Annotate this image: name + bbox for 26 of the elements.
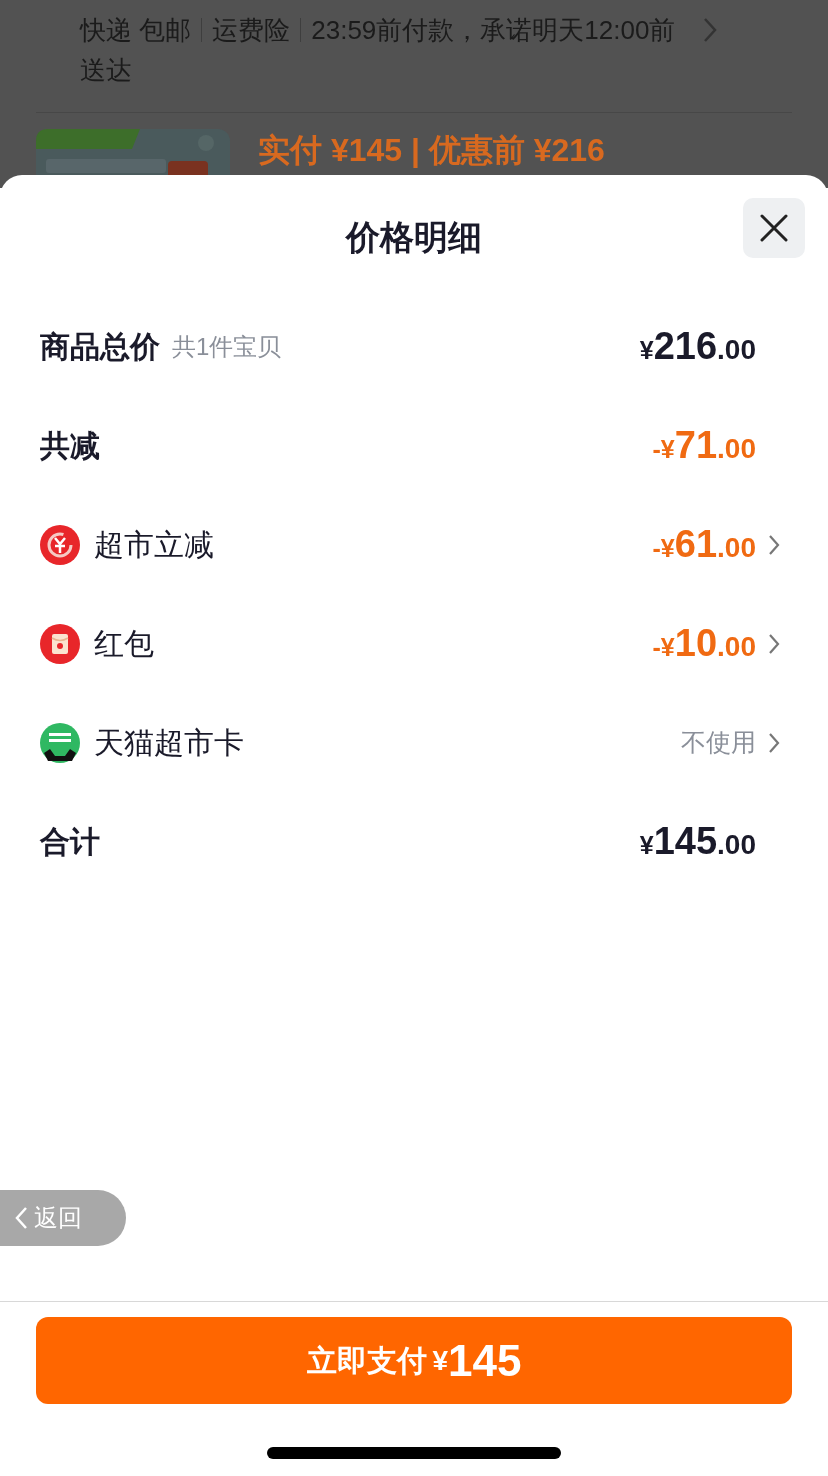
price-summary: 实付 ¥145 | 优惠前 ¥216 [258,131,605,169]
row-label: 红包 [94,626,154,662]
price-amount: ¥216.00 [639,324,756,369]
chevron-icon[interactable] [768,731,780,754]
row-label: 共减 [40,428,100,464]
discount-icon [40,524,80,565]
chevron-left-icon [14,1206,28,1230]
price-amount: ¥145.00 [639,819,756,864]
price-amount: -¥71.00 [652,423,756,468]
price-amount: -¥61.00 [652,522,756,567]
card-status[interactable]: 不使用 [681,723,756,762]
row-label: 商品总价 [40,329,160,365]
sheet-title: 价格明细 [346,217,482,258]
chevron-icon[interactable] [768,632,780,655]
item-count: 共1件宝贝 [172,331,282,362]
envelope-icon [40,623,80,664]
price-amount: -¥10.00 [652,621,756,666]
back-button[interactable]: 返回 [0,1190,126,1246]
chevron-icon[interactable] [768,533,780,556]
row-label: 合计 [40,824,100,860]
row-label: 天猫超市卡 [94,725,244,761]
row-label: 超市立减 [94,527,214,563]
pay-button[interactable]: 立即支付 ¥145 [36,1317,792,1404]
close-icon [759,213,789,243]
close-button[interactable] [743,198,805,258]
card-icon [40,722,80,763]
